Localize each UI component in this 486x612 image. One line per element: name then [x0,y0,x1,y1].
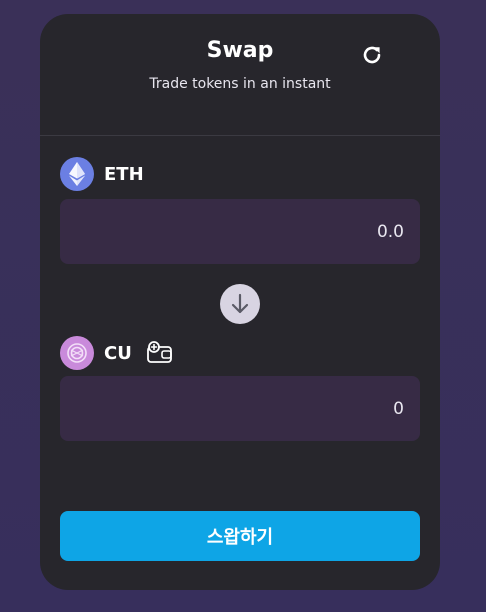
arrow-down-icon [231,293,249,314]
to-amount-field[interactable] [60,376,420,441]
wallet-add-icon[interactable] [146,341,174,365]
from-amount-input[interactable] [74,220,406,243]
to-token-selector[interactable]: CU [60,336,174,370]
cu-logo-icon [60,336,94,370]
to-amount-input[interactable] [74,397,406,420]
from-token-symbol: ETH [104,163,144,185]
swap-header: Swap Trade tokens in an instant [40,14,440,136]
from-token-selector[interactable]: ETH [60,157,144,191]
refresh-icon[interactable] [360,43,384,67]
page-subtitle: Trade tokens in an instant [149,76,331,92]
eth-logo-icon [60,157,94,191]
from-amount-field[interactable] [60,199,420,264]
to-token-symbol: CU [104,342,132,364]
switch-direction-button[interactable] [220,284,260,324]
swap-card: Swap Trade tokens in an instant ETH 0.0 … [40,14,440,590]
page-background: Swap Trade tokens in an instant ETH 0.0 … [0,0,486,612]
swap-button[interactable]: 스왑하기 [60,511,420,561]
